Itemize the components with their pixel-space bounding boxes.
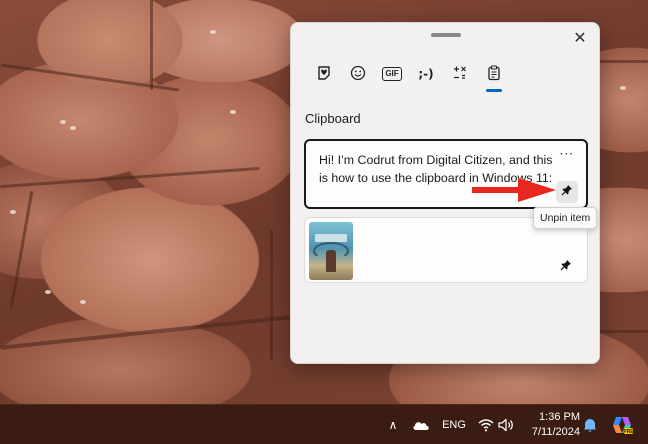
lichen-spot [10,210,16,214]
rock-crack [600,60,648,63]
heart-sticker-icon [316,65,332,84]
lichen-spot [60,120,66,124]
lichen-spot [620,86,626,90]
lichen-spot [210,30,216,34]
copilot-icon[interactable]: PRE [610,405,634,444]
image-thumbnail [309,222,353,280]
volume-icon[interactable] [498,405,514,444]
gif-icon: GIF [382,67,402,81]
tab-symbols[interactable] [443,59,477,89]
pin-icon [561,183,573,201]
notifications-bell-icon[interactable] [582,405,598,444]
rock-crack [0,166,260,189]
tab-kaomoji[interactable]: ;-) [409,59,443,89]
drag-handle[interactable] [431,33,461,37]
input-language-indicator[interactable]: ENG [440,405,468,444]
rock-crack [0,314,300,350]
svg-text:PRE: PRE [623,429,633,435]
symbols-icon [452,65,468,84]
pin-icon [560,258,572,276]
thumbnail-figure-graphic [326,250,336,272]
thumbnail-title-graphic [315,234,347,242]
tab-clipboard[interactable] [477,59,511,92]
show-hidden-icons-button[interactable]: ∧ [384,405,402,444]
wifi-icon[interactable] [478,405,494,444]
rock-crack [270,230,273,360]
kaomoji-icon: ;-) [418,67,434,81]
clock-time: 1:36 PM [539,411,580,423]
unpin-button-image[interactable] [555,256,577,278]
lichen-spot [80,300,86,304]
more-options-button[interactable]: ··· [560,147,574,161]
panel-tabs: GIF ;-) [307,59,511,92]
section-title: Clipboard [305,111,361,126]
clipboard-icon [486,64,502,84]
tooltip-unpin-item: Unpin item [533,207,598,229]
lichen-spot [230,110,236,114]
onedrive-icon[interactable] [410,405,432,444]
close-button[interactable]: ✕ [569,27,591,49]
clock[interactable]: 1:36 PM 7/11/2024 [524,405,580,444]
tab-emoji[interactable] [341,59,375,89]
annotation-arrow [472,178,556,202]
tab-emoji-stickers[interactable] [307,59,341,89]
tab-gif[interactable]: GIF [375,59,409,89]
rock-crack [9,190,34,310]
lichen-spot [70,126,76,130]
smiley-icon [350,65,366,84]
rock-crack [150,0,153,90]
lichen-spot [45,290,51,294]
clock-date: 7/11/2024 [531,426,580,438]
rock-crack [600,330,648,333]
taskbar: ∧ ENG 1:36 PM 7/11/2024 PRE [0,404,648,444]
